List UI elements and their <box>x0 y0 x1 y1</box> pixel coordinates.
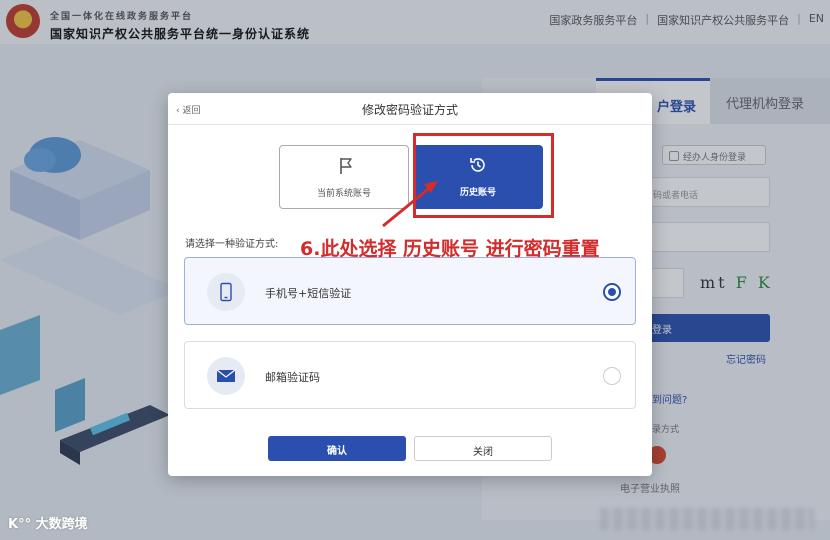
choose-method-label: 请选择一种验证方式: <box>185 239 279 250</box>
watermark-logo-icon: K°° <box>8 517 36 532</box>
current-account-option[interactable]: 当前系统账号 <box>279 145 409 209</box>
watermark: K°° 大数跨境 <box>8 513 88 532</box>
dialog-header: ‹ 返回 修改密码验证方式 <box>168 93 652 125</box>
annotation-highlight-box <box>413 133 554 218</box>
mail-icon-wrap <box>207 357 245 395</box>
method-option-email[interactable]: 邮箱验证码 <box>184 341 636 409</box>
phone-icon-wrap <box>207 273 245 311</box>
method-option-phone-sms[interactable]: 手机号+短信验证 <box>184 257 636 325</box>
verify-method-dialog: ‹ 返回 修改密码验证方式 当前系统账号 历史账号 请选择一种验证方式: 手机号… <box>168 93 652 476</box>
radio-phone-selected[interactable] <box>603 283 621 301</box>
annotation-text: 6.此处选择 历史账号 进行密码重置 <box>300 238 600 260</box>
watermark-label: 大数跨境 <box>35 517 88 532</box>
flag-icon <box>340 158 352 174</box>
method-label-email: 邮箱验证码 <box>265 371 320 384</box>
phone-icon <box>220 282 232 302</box>
close-button[interactable]: 关闭 <box>414 436 552 461</box>
current-account-label: 当前系统账号 <box>316 189 371 199</box>
confirm-button[interactable]: 确认 <box>268 436 406 461</box>
dialog-title: 修改密码验证方式 <box>361 103 458 117</box>
radio-email[interactable] <box>603 367 621 385</box>
mail-icon <box>216 369 236 382</box>
method-label-phone: 手机号+短信验证 <box>265 287 352 300</box>
